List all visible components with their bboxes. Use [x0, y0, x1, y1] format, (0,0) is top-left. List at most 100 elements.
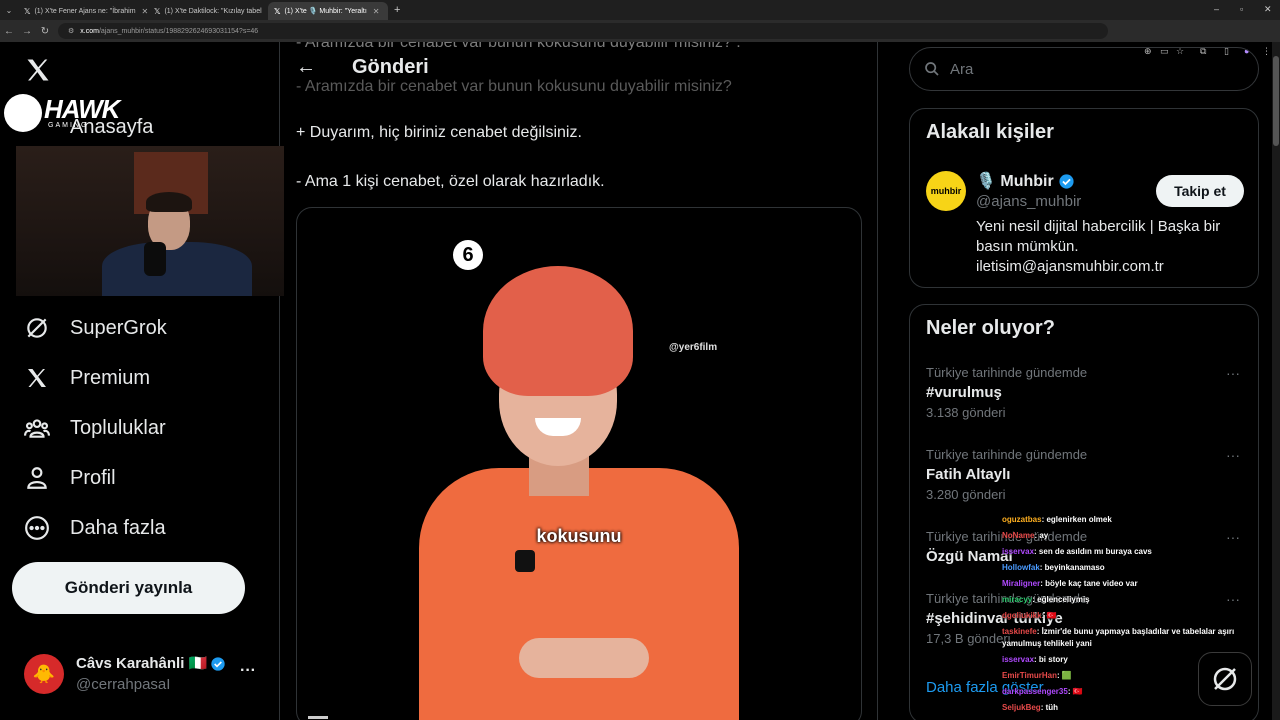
- verified-badge-icon: [211, 657, 225, 671]
- avatar[interactable]: muhbir: [926, 171, 966, 211]
- account-switcher[interactable]: 🐥 Câvs Karahânli 🇮🇹 @cerrahpasaI ···: [24, 654, 270, 694]
- trend-context: Türkiye tarihinde gündemde: [926, 447, 1088, 462]
- nav-communities[interactable]: Topluluklar: [22, 408, 166, 448]
- tab-label: (1) X'te Daktilock: "Kızılay tabel: [164, 7, 262, 15]
- more-icon: [22, 513, 52, 543]
- chat-user: Miraligner: [1002, 579, 1041, 588]
- chat-text: : sen de asıldın mı buraya cavs: [1034, 547, 1152, 556]
- url-domain: x.com: [80, 27, 99, 35]
- video-subtitle: kokusunu: [536, 526, 622, 546]
- post-text-line: - Aramızda bir cenabet var bunun kokusun…: [296, 78, 732, 95]
- back-nav-icon[interactable]: ←: [0, 26, 18, 37]
- tab-menu-icon[interactable]: ⌄: [0, 6, 18, 15]
- main-column: - Aramızda bir cenabet var bunun kokusun…: [280, 42, 878, 720]
- scrollbar-thumb[interactable]: [1273, 56, 1279, 146]
- webcam-person-body: [102, 242, 252, 296]
- chat-text: : ay: [1034, 531, 1049, 540]
- chat-text: : böyle kaç tane video var: [1040, 579, 1138, 588]
- chat-text: : beyinkanamaso: [1039, 563, 1105, 572]
- avatar: 🐥: [24, 654, 64, 694]
- chat-text: : İzmir'de bunu yapmaya başladılar ve ta…: [1002, 627, 1235, 648]
- chat-message: Miraligner: böyle kaç tane video var: [1002, 576, 1242, 592]
- nav-label: SuperGrok: [70, 316, 167, 339]
- search-input[interactable]: Ara: [909, 47, 1259, 91]
- close-window-icon[interactable]: ✕: [1264, 4, 1272, 15]
- chat-text: : tüh: [1040, 703, 1059, 712]
- nav-label: Premium: [70, 366, 151, 389]
- left-sidebar: Anasayfa HAWK GAMING SuperGrok Premium T…: [0, 42, 284, 720]
- trend-more-icon[interactable]: ···: [1226, 447, 1240, 463]
- supergrok-icon: [22, 313, 52, 343]
- chat-user: NoName: [1002, 531, 1035, 540]
- video-person-shirt: [419, 468, 739, 720]
- back-arrow-icon[interactable]: ←: [296, 56, 316, 79]
- video-watermark: @yer6film: [669, 342, 718, 353]
- site-info-icon[interactable]: ⚙: [68, 27, 74, 35]
- minimize-icon[interactable]: –: [1214, 4, 1219, 14]
- chat-text: : 🇹🇷: [1067, 687, 1083, 696]
- related-name-text: 🎙️ Muhbir: [976, 173, 1054, 190]
- forward-nav-icon[interactable]: →: [18, 26, 36, 37]
- chat-user: EmirTimurHan: [1002, 671, 1057, 680]
- tab-label: (1) X'te 🎙️ Muhbir: "Yeraltı: [284, 8, 367, 15]
- nav-more[interactable]: Daha fazla: [22, 508, 166, 548]
- chat-message: NoName: ay: [1002, 528, 1242, 544]
- chat-user: miracyy: [1002, 595, 1033, 604]
- chat-user: darkpassenger35: [1002, 687, 1068, 696]
- profile-icon: [22, 463, 52, 493]
- x-favicon-icon: 𝕏: [154, 6, 161, 16]
- trend-item[interactable]: Türkiye tarihinde gündemde #vurulmuş 3.1…: [926, 365, 1246, 420]
- related-name[interactable]: 🎙️ Muhbir: [976, 171, 1075, 191]
- streamer-webcam: [16, 146, 284, 296]
- stream-logo-text: HAWK: [44, 94, 120, 124]
- post-button[interactable]: Gönderi yayınla: [12, 562, 245, 614]
- url-field[interactable]: ⚙ x.com/ajans_muhbir/status/198829262469…: [58, 23, 1108, 39]
- card-title: Neler oluyor?: [926, 317, 1055, 339]
- related-handle: @ajans_muhbir: [976, 193, 1082, 210]
- chat-user: taskinefe: [1002, 627, 1037, 636]
- new-tab-button[interactable]: +: [394, 4, 400, 16]
- page-title: Gönderi: [352, 56, 429, 78]
- reload-icon[interactable]: ↻: [36, 26, 54, 37]
- maximize-icon[interactable]: ▫: [1240, 4, 1243, 14]
- nav-supergrok[interactable]: SuperGrok: [22, 308, 167, 348]
- search-icon: [925, 62, 939, 76]
- post-text-line: + Duyarım, hiç biriniz cenabet değilsini…: [296, 124, 582, 141]
- browser-tab-2[interactable]: 𝕏 (1) X'te Daktilock: "Kızılay tabel ✕: [148, 2, 268, 20]
- nav-label: Topluluklar: [70, 416, 166, 439]
- grok-button[interactable]: [1198, 652, 1252, 706]
- chat-message: oguzatbas: eglenirken olmek: [1002, 512, 1242, 528]
- chat-text: : 🇹🇷: [1041, 611, 1057, 620]
- trend-more-icon[interactable]: ···: [1226, 365, 1240, 381]
- follow-button[interactable]: Takip et: [1156, 175, 1244, 207]
- chat-message: dgoliukikk: 🇹🇷: [1002, 608, 1242, 624]
- browser-tab-1[interactable]: 𝕏 (1) X'te Fener Ajans ne: "İbrahim ✕: [18, 2, 148, 20]
- account-more-icon[interactable]: ···: [240, 662, 256, 680]
- url-path: /ajans_muhbir/status/1988292624693031154…: [98, 27, 259, 35]
- chat-text: : eğlenceliymiş: [1032, 595, 1090, 604]
- trend-item[interactable]: Türkiye tarihinde gündemde Fatih Altaylı…: [926, 447, 1246, 502]
- x-logo-icon[interactable]: [24, 56, 52, 84]
- communities-icon: [22, 413, 52, 443]
- video-player[interactable]: 6 @yer6film kokusunu: [419, 218, 739, 720]
- related-people-card: Alakalı kişiler muhbir 🎙️ Muhbir @ajans_…: [909, 108, 1259, 288]
- chat-message: miracyy: eğlenceliymiş: [1002, 592, 1242, 608]
- nav-premium[interactable]: Premium: [22, 358, 150, 398]
- chat-user: SeljukBeg: [1002, 703, 1041, 712]
- grok-icon: [1213, 667, 1237, 691]
- trend-context: Türkiye tarihinde gündemde: [926, 365, 1088, 380]
- video-person-hands: [519, 638, 649, 678]
- nav-profile[interactable]: Profil: [22, 458, 116, 498]
- chat-message: isservax: sen de asıldın mı buraya cavs: [1002, 544, 1242, 560]
- post-media[interactable]: 6 @yer6film kokusunu: [296, 207, 862, 720]
- tab-close-icon[interactable]: ✕: [373, 7, 380, 16]
- browser-tab-3-active[interactable]: 𝕏 (1) X'te 🎙️ Muhbir: "Yeraltı ✕: [268, 2, 388, 20]
- x-favicon-icon: 𝕏: [274, 6, 281, 16]
- trend-count: 3.280 gönderi: [926, 487, 1006, 502]
- page-scrollbar[interactable]: [1272, 42, 1280, 720]
- video-progress-bar[interactable]: [308, 716, 328, 719]
- x-favicon-icon: 𝕏: [24, 6, 31, 16]
- card-title: Alakalı kişiler: [926, 121, 1054, 143]
- stream-logo-sub: GAMING: [48, 122, 89, 129]
- channel-badge: 6: [453, 240, 483, 270]
